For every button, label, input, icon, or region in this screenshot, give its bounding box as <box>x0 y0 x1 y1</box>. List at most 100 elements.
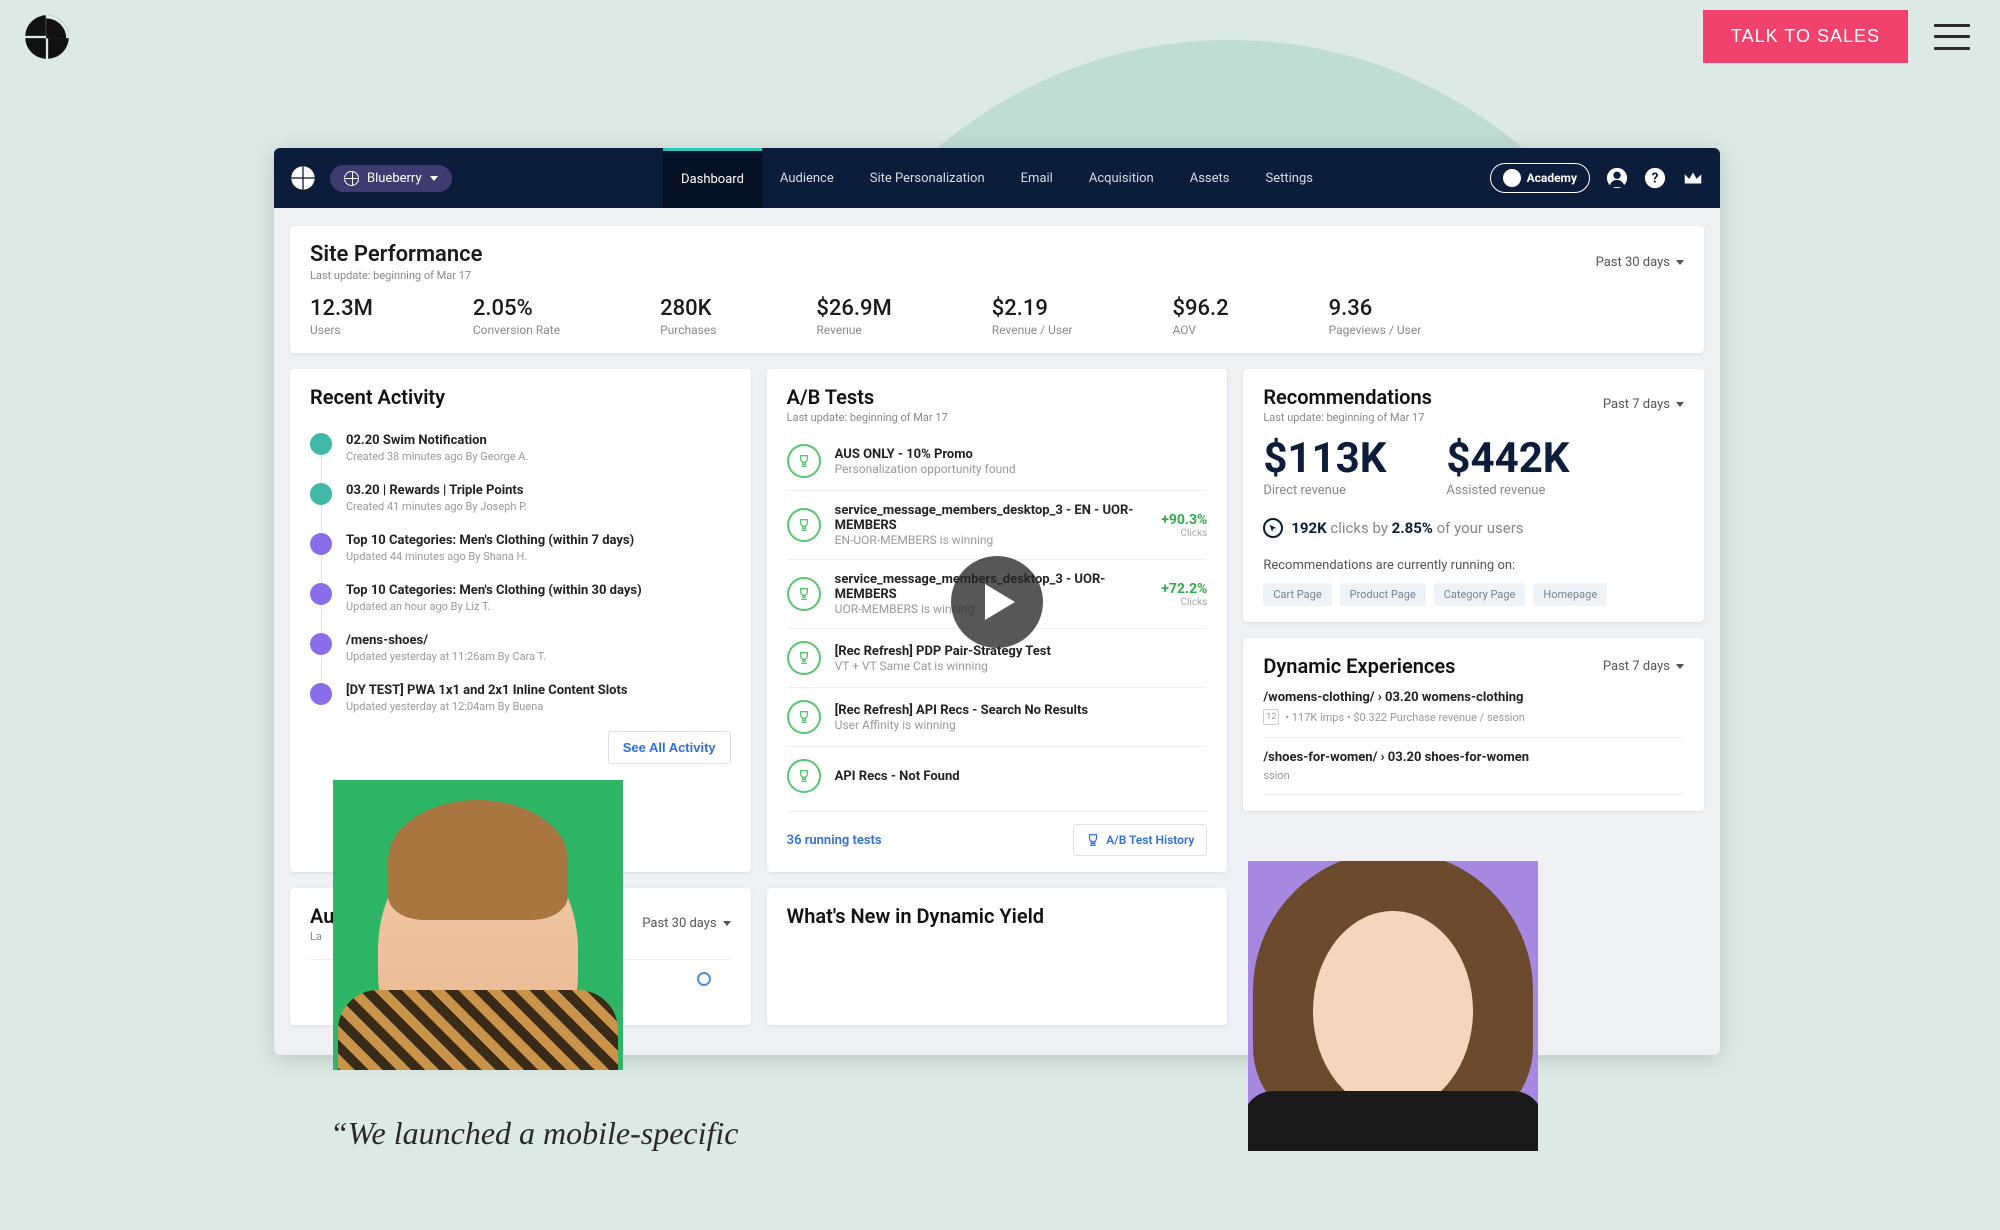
metric-label: Revenue / User <box>992 323 1073 337</box>
chevron-down-icon <box>723 921 731 926</box>
activity-icon <box>310 533 332 555</box>
activity-icon <box>310 633 332 655</box>
reco-range[interactable]: Past 7 days <box>1603 397 1684 412</box>
site-performance-range[interactable]: Past 30 days <box>1596 255 1684 270</box>
activity-item[interactable]: [DY TEST] PWA 1x1 and 2x1 Inline Content… <box>310 673 731 723</box>
nav-audience[interactable]: Audience <box>762 148 852 208</box>
ab-history-button[interactable]: A/B Test History <box>1073 824 1207 856</box>
account-selector[interactable]: Blueberry <box>330 165 452 192</box>
activity-item[interactable]: /mens-shoes/Updated yesterday at 11:26am… <box>310 623 731 673</box>
metric-value: $2.19 <box>992 296 1073 321</box>
metric-value: 2.05% <box>473 296 560 321</box>
activity-icon <box>310 483 332 505</box>
assisted-revenue-value: $442K <box>1446 434 1569 483</box>
menu-icon[interactable] <box>1934 24 1970 50</box>
chevron-down-icon <box>430 176 438 181</box>
nav-dashboard[interactable]: Dashboard <box>663 148 762 208</box>
trophy-icon <box>787 444 821 478</box>
recommendations-title: Recommendations <box>1263 385 1432 409</box>
chevron-down-icon <box>1676 664 1684 669</box>
chevron-down-icon <box>1676 402 1684 407</box>
play-icon <box>985 584 1015 620</box>
direct-revenue-value: $113K <box>1263 434 1386 483</box>
metric-value: 280K <box>660 296 716 321</box>
reco-location-pill[interactable]: Product Page <box>1340 583 1426 606</box>
account-name: Blueberry <box>367 171 422 186</box>
assisted-revenue-label: Assisted revenue <box>1446 483 1569 498</box>
reco-update: Last update: beginning of Mar 17 <box>1263 411 1432 424</box>
aud-range[interactable]: Past 30 days <box>642 916 730 931</box>
ab-tests-title: A/B Tests <box>787 385 1208 409</box>
experience-row[interactable]: /womens-clothing/ › 03.20 womens-clothin… <box>1263 678 1684 738</box>
testimonial-avatar-2 <box>1248 861 1538 1151</box>
ab-test-row[interactable]: API Recs - Not Found <box>787 747 1208 805</box>
audiences-title: Au <box>310 904 334 928</box>
testimonial-avatar-1 <box>333 780 623 1070</box>
activity-item[interactable]: Top 10 Categories: Men's Clothing (withi… <box>310 523 731 573</box>
metric-label: Pageviews / User <box>1329 323 1422 337</box>
badge-icon: 12 <box>1263 709 1279 725</box>
running-tests-count[interactable]: 36 running tests <box>787 833 882 848</box>
activity-item[interactable]: 03.20 | Rewards | Triple PointsCreated 4… <box>310 473 731 523</box>
see-all-activity-button[interactable]: See All Activity <box>608 731 731 764</box>
trophy-icon <box>787 641 821 675</box>
metric-label: Users <box>310 323 373 337</box>
reco-location-pill[interactable]: Cart Page <box>1263 583 1331 606</box>
help-icon[interactable]: ? <box>1644 167 1666 189</box>
reco-clicks-line: 192K clicks by 2.85% of your users <box>1263 518 1684 538</box>
direct-revenue-label: Direct revenue <box>1263 483 1386 498</box>
activity-item[interactable]: 02.20 Swim NotificationCreated 38 minute… <box>310 423 731 473</box>
whats-new-title: What's New in Dynamic Yield <box>787 904 1208 928</box>
activity-item[interactable]: Top 10 Categories: Men's Clothing (withi… <box>310 573 731 623</box>
trophy-icon <box>787 700 821 734</box>
nav-email[interactable]: Email <box>1003 148 1071 208</box>
dynexp-range[interactable]: Past 7 days <box>1603 659 1684 674</box>
metric-value: $96.2 <box>1172 296 1228 321</box>
cursor-icon <box>1263 518 1283 538</box>
ab-test-row[interactable]: service_message_members_desktop_3 - EN -… <box>787 491 1208 560</box>
metric-value: $26.9M <box>816 296 891 321</box>
globe-icon <box>344 171 359 186</box>
trophy-icon <box>1086 833 1100 847</box>
reco-location-pill[interactable]: Category Page <box>1434 583 1526 606</box>
chevron-down-icon <box>1676 260 1684 265</box>
metric-label: Conversion Rate <box>473 323 560 337</box>
activity-icon <box>310 433 332 455</box>
recent-activity-title: Recent Activity <box>310 385 731 409</box>
nav-settings[interactable]: Settings <box>1248 148 1331 208</box>
metric-value: 9.36 <box>1329 296 1422 321</box>
site-performance-update: Last update: beginning of Mar 17 <box>310 269 482 282</box>
nav-site-personalization[interactable]: Site Personalization <box>852 148 1003 208</box>
target-icon <box>697 972 711 986</box>
academy-icon <box>1503 169 1521 187</box>
talk-to-sales-button[interactable]: TALK TO SALES <box>1703 10 1908 63</box>
play-button[interactable] <box>951 556 1043 648</box>
ab-test-row[interactable]: AUS ONLY - 10% PromoPersonalization oppo… <box>787 432 1208 491</box>
ab-update: Last update: beginning of Mar 17 <box>787 411 1208 424</box>
ab-test-row[interactable]: [Rec Refresh] API Recs - Search No Resul… <box>787 688 1208 747</box>
metric-value: 12.3M <box>310 296 373 321</box>
svg-text:?: ? <box>1652 171 1659 187</box>
brand-logo[interactable] <box>24 14 70 60</box>
metric-label: AOV <box>1172 323 1228 337</box>
experience-row[interactable]: /shoes-for-women/ › 03.20 shoes-for-wome… <box>1263 738 1684 795</box>
crown-icon[interactable] <box>1682 167 1704 189</box>
activity-icon <box>310 583 332 605</box>
metric-label: Purchases <box>660 323 716 337</box>
site-performance-title: Site Performance <box>310 242 482 267</box>
dynamic-experiences-title: Dynamic Experiences <box>1263 654 1455 678</box>
trophy-icon <box>787 508 821 542</box>
academy-button[interactable]: Academy <box>1490 163 1590 193</box>
activity-icon <box>310 683 332 705</box>
app-logo <box>290 165 316 191</box>
reco-location-pill[interactable]: Homepage <box>1533 583 1607 606</box>
testimonial-quote: “We launched a mobile-specific <box>330 1115 739 1152</box>
metric-label: Revenue <box>816 323 891 337</box>
aud-update: La <box>310 930 334 943</box>
reco-running-on: Recommendations are currently running on… <box>1263 558 1684 573</box>
trophy-icon <box>787 759 821 793</box>
user-icon[interactable] <box>1606 167 1628 189</box>
nav-acquisition[interactable]: Acquisition <box>1071 148 1172 208</box>
trophy-icon <box>787 577 821 611</box>
nav-assets[interactable]: Assets <box>1172 148 1248 208</box>
